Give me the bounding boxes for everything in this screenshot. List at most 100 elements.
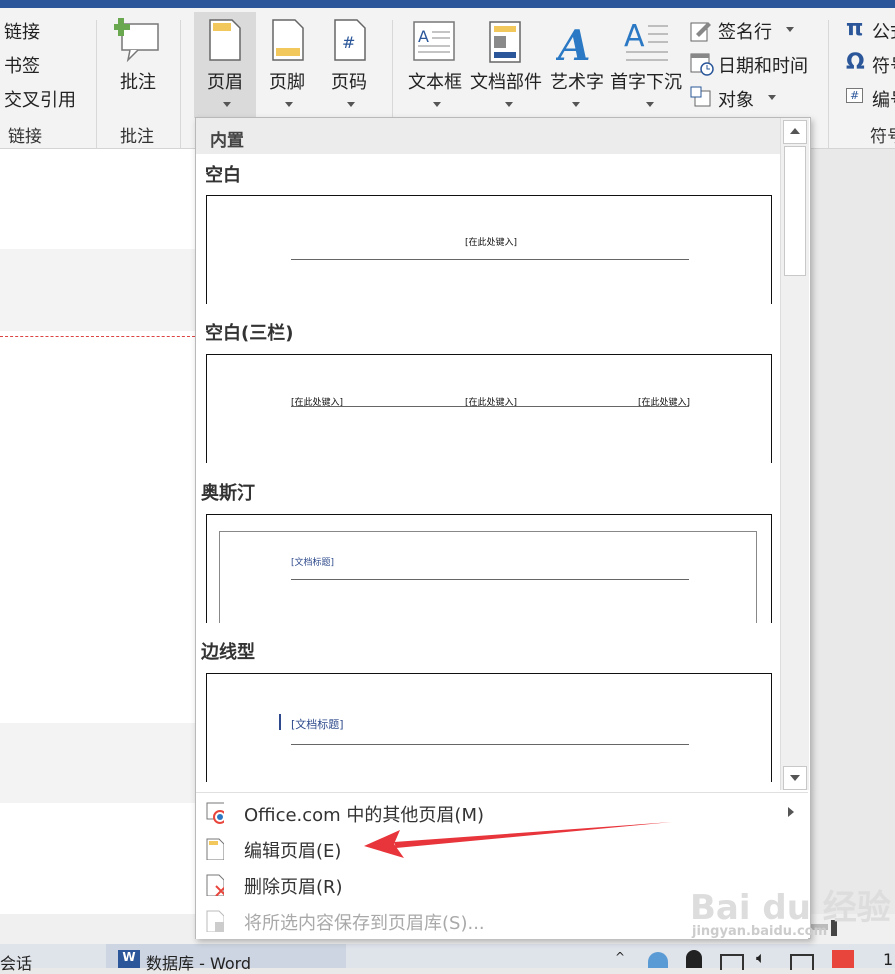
header-option-sideline[interactable]: [文档标题] xyxy=(206,673,772,782)
pi-icon: π xyxy=(846,16,864,41)
taskbar-word-app[interactable]: W 数据库 - Word xyxy=(106,944,346,973)
placeholder-text: [文档标题] xyxy=(291,718,344,731)
scroll-up-icon xyxy=(790,128,800,134)
header-icon xyxy=(209,19,241,61)
scroll-up-button[interactable] xyxy=(783,120,807,144)
comment-button[interactable]: 批注 xyxy=(120,68,156,94)
bookmark-button[interactable]: 书签 xyxy=(4,52,40,78)
tray-qq-icon[interactable] xyxy=(686,950,702,968)
dropdown-arrow-icon xyxy=(505,102,513,107)
scroll-down-icon xyxy=(790,775,800,781)
textbox-icon: A xyxy=(413,21,455,61)
link-button[interactable]: 链接 xyxy=(4,18,40,44)
tray-chevron-icon[interactable]: ^ xyxy=(615,950,625,964)
symbol-button[interactable]: 符号 xyxy=(872,52,895,78)
svg-text:A: A xyxy=(624,19,645,54)
wordart-button[interactable]: 艺术字 xyxy=(550,68,604,94)
tray-volume-icon[interactable]: 🔈︎ xyxy=(756,948,766,968)
object-icon xyxy=(690,86,711,107)
object-button[interactable]: 对象 xyxy=(718,86,754,112)
annotation-arrow-icon xyxy=(364,822,672,858)
placeholder-text: [在此处键入] xyxy=(465,238,518,248)
header-option-blank[interactable]: [在此处键入] xyxy=(206,195,772,304)
symbols-group-label: 符号 xyxy=(870,127,895,147)
placeholder-text: [文档标题] xyxy=(291,558,335,568)
document-page[interactable] xyxy=(0,149,195,914)
sideline-bar xyxy=(279,714,281,730)
dropdown-arrow-icon xyxy=(223,102,231,107)
quick-parts-icon xyxy=(489,21,521,63)
svg-text:A: A xyxy=(556,21,591,64)
quick-parts-button[interactable]: 文档部件 xyxy=(470,68,542,94)
group-divider xyxy=(96,20,97,148)
header-boundary-line xyxy=(0,336,195,337)
baidu-watermark-logo: Bai du 经验 xyxy=(690,888,891,928)
scroll-down-button[interactable] xyxy=(783,766,807,790)
date-time-icon xyxy=(690,53,714,76)
section-title-blank-three-column: 空白(三栏) xyxy=(205,323,294,344)
header-rule xyxy=(291,744,689,745)
new-comment-icon xyxy=(114,18,159,63)
tray-network-icon[interactable] xyxy=(648,952,668,968)
equation-button[interactable]: 公式 xyxy=(872,18,895,44)
dropdown-arrow-icon xyxy=(572,102,580,107)
edit-header-icon xyxy=(206,838,224,860)
date-time-button[interactable]: 日期和时间 xyxy=(718,52,808,78)
builtin-label: 内置 xyxy=(210,131,244,151)
section-title-blank: 空白 xyxy=(205,165,241,186)
tray-app-icon[interactable] xyxy=(832,950,854,968)
signature-line-icon xyxy=(690,22,711,42)
baidu-watermark-url: jingyan.baidu.com xyxy=(692,924,828,939)
save-to-gallery-icon xyxy=(206,910,224,932)
office-online-icon xyxy=(206,802,224,824)
taskbar-app-label: 数据库 - Word xyxy=(146,954,252,973)
footer-button[interactable]: 页脚 xyxy=(269,68,305,94)
scroll-thumb[interactable] xyxy=(784,146,806,276)
section-title-austin: 奥斯汀 xyxy=(201,483,255,504)
signature-line-button[interactable]: 签名行 xyxy=(718,18,772,44)
svg-text:#: # xyxy=(342,33,355,52)
taskbar: 会话 W 数据库 - Word ^ 🔈︎ 1 xyxy=(0,944,895,973)
page-band xyxy=(0,723,195,803)
drop-cap-button[interactable]: 首字下沉 xyxy=(610,68,682,94)
taskbar-left-label[interactable]: 会话 xyxy=(0,950,32,974)
cross-reference-button[interactable]: 交叉引用 xyxy=(4,86,76,112)
gallery-scrollbar[interactable] xyxy=(780,118,809,790)
title-bar-strip xyxy=(0,0,895,8)
header-option-austin[interactable]: [文档标题] xyxy=(206,514,772,623)
menu-item-label: 编辑页眉(E) xyxy=(244,841,342,862)
section-title-sideline: 边线型 xyxy=(201,642,255,663)
group-divider xyxy=(180,20,181,148)
header-rule xyxy=(291,406,689,407)
header-button[interactable]: 页眉 xyxy=(207,68,243,94)
numbering-icon: # xyxy=(846,88,864,103)
dropdown-arrow-icon xyxy=(347,102,355,107)
austin-frame xyxy=(219,531,757,623)
footer-icon xyxy=(272,19,304,61)
header-gallery-dropdown: 内置 空白 [在此处键入] 空白(三栏) [在此处键入] [在此处键入] [在此… xyxy=(195,117,811,939)
dropdown-arrow-icon xyxy=(646,102,654,107)
dropdown-arrow-icon xyxy=(285,102,293,107)
tray-clock-fragment: 1 xyxy=(883,950,894,969)
menu-item-label: 将所选内容保存到页眉库(S)... xyxy=(244,913,485,934)
submenu-arrow-icon xyxy=(788,807,794,817)
dropdown-arrow-icon xyxy=(786,27,794,32)
comments-group-label: 批注 xyxy=(120,127,154,147)
dropdown-arrow-icon xyxy=(433,102,441,107)
textbox-button[interactable]: 文本框 xyxy=(408,68,462,94)
svg-text:A: A xyxy=(418,27,429,46)
menu-item-label: 删除页眉(R) xyxy=(244,877,343,898)
header-rule xyxy=(291,579,689,580)
dropdown-arrow-icon xyxy=(768,95,776,100)
wordart-icon: A xyxy=(556,21,591,64)
header-option-blank-three-column[interactable]: [在此处键入] [在此处键入] [在此处键入] xyxy=(206,354,772,463)
group-divider xyxy=(828,20,829,148)
builtin-header: 内置 xyxy=(196,118,780,154)
omega-icon: Ω xyxy=(846,50,865,75)
page-number-icon: # xyxy=(334,19,366,61)
numbering-button[interactable]: 编号 xyxy=(872,86,895,112)
drop-cap-icon: A xyxy=(624,19,668,61)
page-number-button[interactable]: 页码 xyxy=(331,68,367,94)
page-band xyxy=(0,249,195,331)
links-group-label: 链接 xyxy=(8,127,42,147)
